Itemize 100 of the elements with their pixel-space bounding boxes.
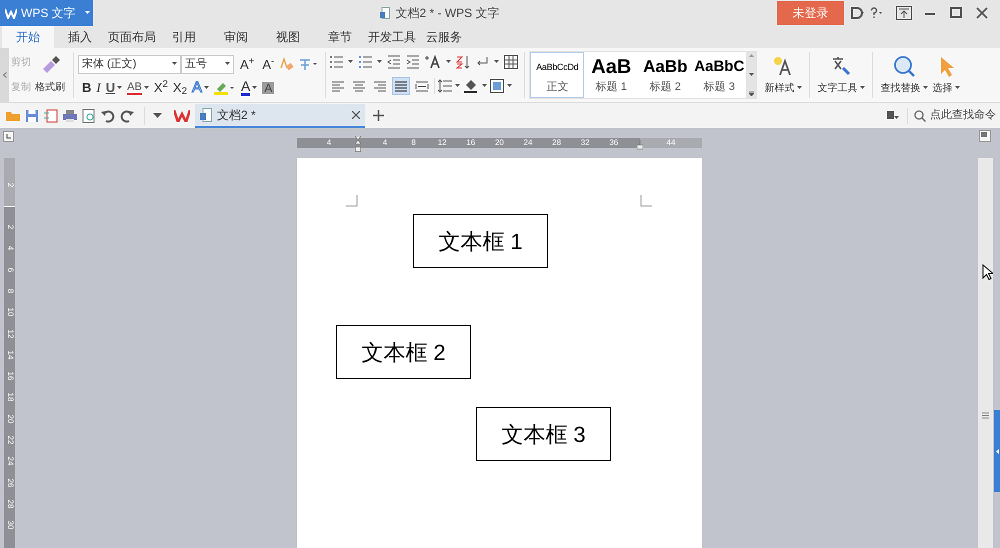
- ruler-number: 24: [4, 456, 14, 466]
- ribbon-tab[interactable]: 云服务: [418, 26, 470, 48]
- vertical-scrollbar[interactable]: [978, 158, 993, 548]
- numbered-list-icon[interactable]: [358, 55, 372, 69]
- tab-stop-icon[interactable]: [3, 131, 14, 142]
- print-preview-icon[interactable]: [82, 108, 96, 122]
- border-icon[interactable]: [490, 79, 504, 93]
- text-tools-button[interactable]: 文字工具: [816, 48, 866, 102]
- indent-marker-icon[interactable]: [355, 136, 361, 152]
- ruler-number: 12: [4, 329, 14, 338]
- ruler-number: 6: [4, 267, 14, 272]
- style-option[interactable]: AaBb 标题 2: [638, 52, 692, 98]
- ribbon-tab[interactable]: 审阅: [210, 26, 262, 48]
- print-icon[interactable]: [62, 108, 76, 122]
- text-box[interactable]: 文本框 2: [336, 325, 471, 379]
- ribbon-tab[interactable]: 开始: [2, 26, 54, 48]
- ruler-number: 2: [4, 224, 14, 230]
- ribbon-tab[interactable]: 视图: [262, 26, 314, 48]
- format-painter-button[interactable]: 格式刷: [33, 48, 67, 102]
- line-spacing-icon[interactable]: [438, 79, 452, 93]
- caret-icon: [85, 11, 90, 15]
- collapse-left-icon: [996, 448, 998, 454]
- margin-corner-icon: [346, 195, 358, 207]
- ruler-number: 2: [4, 182, 14, 188]
- ruler-number: 16: [4, 372, 14, 381]
- style-option[interactable]: AaB 标题 1: [584, 52, 638, 98]
- caret-icon: [494, 60, 500, 64]
- align-distributed-icon: [415, 80, 430, 92]
- right-indent-marker-icon[interactable]: [637, 140, 643, 150]
- window-title: 文档2 * - WPS 文字: [395, 5, 500, 22]
- magnifier-icon: [893, 54, 916, 76]
- app-menu-button[interactable]: WPS 文字: [0, 0, 93, 26]
- ruler-number: 10: [4, 308, 14, 317]
- strike-button[interactable]: AB: [127, 80, 149, 94]
- style-option[interactable]: AaBbCcDd 正文: [530, 52, 584, 98]
- command-search-field[interactable]: 点此查找命令: [914, 107, 996, 124]
- document-icon: [380, 7, 390, 19]
- new-tab-icon[interactable]: [373, 110, 384, 121]
- ribbon-tab[interactable]: 页面布局: [106, 26, 158, 48]
- color-button[interactable]: A: [241, 80, 258, 96]
- style-option[interactable]: AaBbC 标题 3: [692, 52, 746, 98]
- highlighter-icon[interactable]: [214, 80, 236, 94]
- caret-icon: [455, 84, 460, 88]
- plain-button[interactable]: X$^{2}$: [154, 81, 168, 94]
- ribbon-tab[interactable]: 开发工具: [366, 26, 418, 48]
- find-button[interactable]: 查找替换: [879, 48, 930, 102]
- ruler-number: 8: [411, 138, 416, 148]
- grow-font-button[interactable]: A$^{+}$: [238, 58, 256, 70]
- table-grid-icon[interactable]: [504, 55, 518, 69]
- ribbon-tab[interactable]: 章节: [314, 26, 366, 48]
- redo-icon[interactable]: [120, 108, 134, 122]
- sort-icon[interactable]: [456, 55, 470, 69]
- align-justify-button[interactable]: [392, 77, 410, 95]
- shrink-font-button[interactable]: A$^{-}$: [260, 58, 276, 70]
- ruler-number: 4: [4, 246, 14, 251]
- ruler-number: 30: [4, 520, 14, 530]
- ruler-number: 28: [552, 138, 562, 148]
- text-box[interactable]: 文本框 1: [413, 214, 548, 268]
- italic-button[interactable]: I: [96, 81, 101, 94]
- ruler-number: 4: [326, 138, 332, 148]
- ribbon-tab[interactable]: 插入: [54, 26, 106, 48]
- collapse-left-icon[interactable]: [2, 72, 6, 78]
- font-name-dropdown[interactable]: 宋体 (正文): [78, 54, 181, 74]
- restore-up-icon[interactable]: [896, 6, 912, 20]
- save-icon[interactable]: [24, 108, 38, 122]
- underline-button[interactable]: U: [106, 81, 122, 94]
- undo-icon[interactable]: [100, 108, 114, 122]
- caret-icon: [172, 62, 177, 66]
- maximize-icon[interactable]: [950, 7, 962, 19]
- increase-indent-icon[interactable]: [406, 55, 420, 69]
- side-panel-toggle[interactable]: [994, 410, 1000, 492]
- ribbon-tab[interactable]: 引用: [158, 26, 210, 48]
- view-switch-icon[interactable]: [979, 130, 991, 142]
- more-styles-icon[interactable]: [748, 91, 754, 96]
- scroll-down-icon[interactable]: [748, 72, 754, 76]
- close-icon[interactable]: [352, 110, 360, 118]
- help-icon[interactable]: [870, 7, 884, 19]
- wps-w-icon[interactable]: [174, 110, 190, 122]
- bullet-list-icon[interactable]: [329, 55, 344, 69]
- select-button[interactable]: 选择: [931, 48, 962, 102]
- close-icon[interactable]: [976, 7, 988, 19]
- caret-icon: [860, 86, 866, 90]
- scroll-thumb-grip-icon[interactable]: [982, 412, 989, 419]
- caret-icon: [482, 84, 488, 88]
- decrease-indent-icon[interactable]: [387, 55, 402, 69]
- bold-button[interactable]: B: [82, 81, 92, 94]
- dropdown-icon[interactable]: [153, 112, 162, 118]
- paint-bucket-icon[interactable]: [463, 79, 480, 93]
- margin-corner-icon: [640, 195, 652, 207]
- pinyin-icon[interactable]: [298, 57, 318, 71]
- caret-icon: [507, 84, 512, 88]
- caret-icon: [923, 86, 928, 90]
- plain-button[interactable]: X$_{2}$: [172, 81, 188, 94]
- document-tab[interactable]: 文档2 *: [195, 104, 365, 128]
- font-size-dropdown[interactable]: 五号: [181, 54, 234, 74]
- shading-button[interactable]: A: [262, 82, 274, 94]
- text-box[interactable]: 文本框 3: [476, 407, 611, 461]
- new-style-button[interactable]: 新样式: [763, 48, 804, 102]
- caret-icon: [955, 86, 960, 90]
- align-justify-icon: [394, 80, 408, 92]
